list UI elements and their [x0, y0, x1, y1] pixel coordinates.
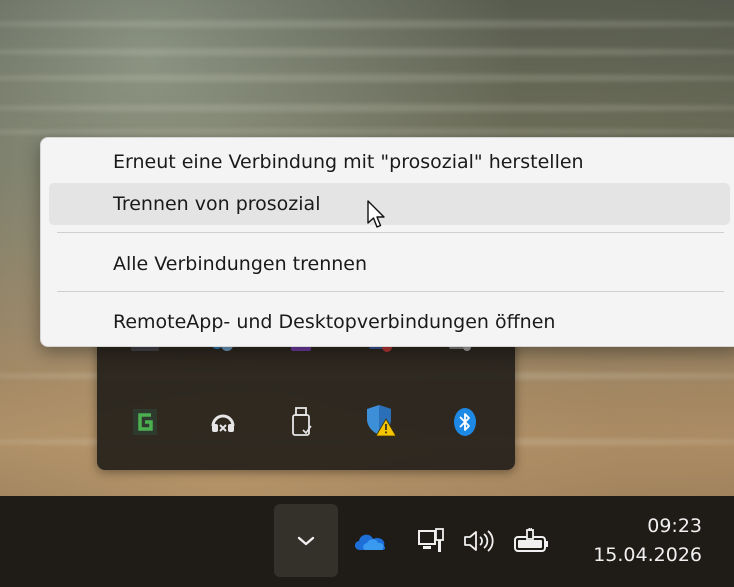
bluetooth-icon[interactable] [447, 404, 483, 440]
menu-item-label: Erneut eine Verbindung mit "prosozial" h… [113, 151, 584, 173]
taskbar: 09:23 15.04.2026 [0, 496, 734, 587]
menu-item-disconnect-all[interactable]: Alle Verbindungen trennen [49, 243, 730, 285]
menu-item-label: Alle Verbindungen trennen [113, 253, 368, 275]
wallpaper-wave [0, 104, 734, 112]
context-menu: Erneut eine Verbindung mit "prosozial" h… [40, 137, 734, 347]
menu-separator [57, 291, 724, 292]
clock-date: 15.04.2026 [593, 544, 702, 566]
greenshot-icon[interactable] [127, 404, 163, 440]
clock-time: 09:23 [647, 515, 702, 537]
wallpaper-wave [0, 20, 734, 28]
usb-drive-icon[interactable] [283, 404, 319, 440]
wallpaper-wave [0, 128, 734, 136]
menu-item-label: Trennen von prosozial [113, 193, 321, 215]
show-hidden-icons-button[interactable] [274, 504, 338, 577]
mouse-cursor-icon [367, 200, 389, 236]
menu-item-label: RemoteApp- und Desktopverbindungen öffne… [113, 311, 556, 333]
taskbar-clock[interactable]: 09:23 15.04.2026 [593, 512, 702, 570]
wallpaper-wave [0, 74, 734, 82]
menu-item-reconnect[interactable]: Erneut eine Verbindung mit "prosozial" h… [49, 141, 730, 183]
network-icon[interactable] [414, 526, 448, 558]
volume-icon[interactable] [460, 526, 500, 556]
desktop: Erneut eine Verbindung mit "prosozial" h… [0, 0, 734, 587]
onedrive-cloud-icon[interactable] [350, 526, 390, 556]
security-warning-shield-icon[interactable] [363, 402, 399, 438]
menu-item-open-remoteapp[interactable]: RemoteApp- und Desktopverbindungen öffne… [49, 301, 730, 343]
menu-item-disconnect-prosozial[interactable]: Trennen von prosozial [49, 183, 730, 225]
wallpaper-wave [0, 48, 734, 56]
menu-separator [57, 232, 724, 233]
battery-charging-icon[interactable] [510, 526, 552, 556]
headset-icon[interactable] [205, 404, 241, 440]
chevron-up-icon [297, 536, 315, 545]
